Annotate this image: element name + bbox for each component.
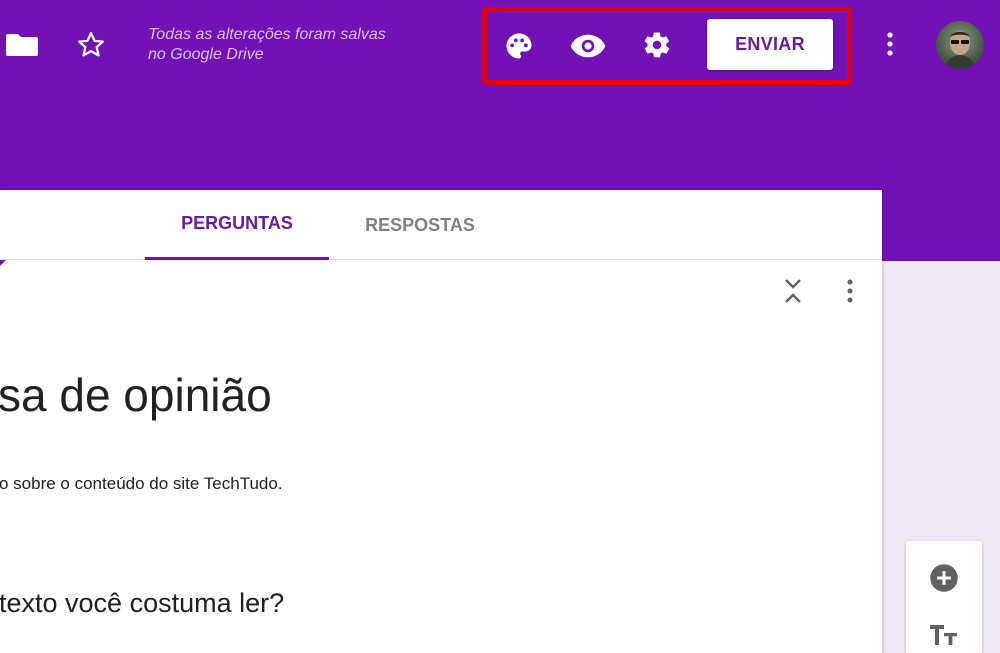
eye-icon[interactable] bbox=[566, 26, 610, 66]
gear-icon[interactable] bbox=[637, 25, 677, 65]
collapse-icon[interactable] bbox=[776, 274, 810, 308]
form-description[interactable]: o sobre o conteúdo do site TechTudo. bbox=[0, 474, 283, 494]
tab-responses[interactable]: RESPOSTAS bbox=[340, 190, 500, 260]
top-app-bar: Todas as alterações foram salvas no Goog… bbox=[0, 0, 1000, 88]
star-icon[interactable] bbox=[70, 24, 112, 66]
more-vert-icon[interactable] bbox=[838, 274, 862, 308]
text-size-icon[interactable] bbox=[926, 618, 962, 652]
tab-questions[interactable]: PERGUNTAS bbox=[145, 190, 329, 260]
palette-icon[interactable] bbox=[499, 26, 539, 66]
question-title[interactable]: texto você costuma ler? bbox=[0, 588, 284, 619]
tab-bar: PERGUNTAS RESPOSTAS bbox=[0, 190, 882, 260]
form-title[interactable]: sa de opinião bbox=[0, 368, 272, 422]
folder-icon[interactable] bbox=[0, 26, 44, 62]
send-button[interactable]: ENVIAR bbox=[707, 19, 833, 70]
more-vert-icon[interactable] bbox=[874, 26, 906, 62]
avatar[interactable] bbox=[936, 21, 984, 69]
add-circle-icon[interactable] bbox=[927, 561, 961, 595]
save-status-text: Todas as alterações foram salvas no Goog… bbox=[148, 26, 386, 63]
